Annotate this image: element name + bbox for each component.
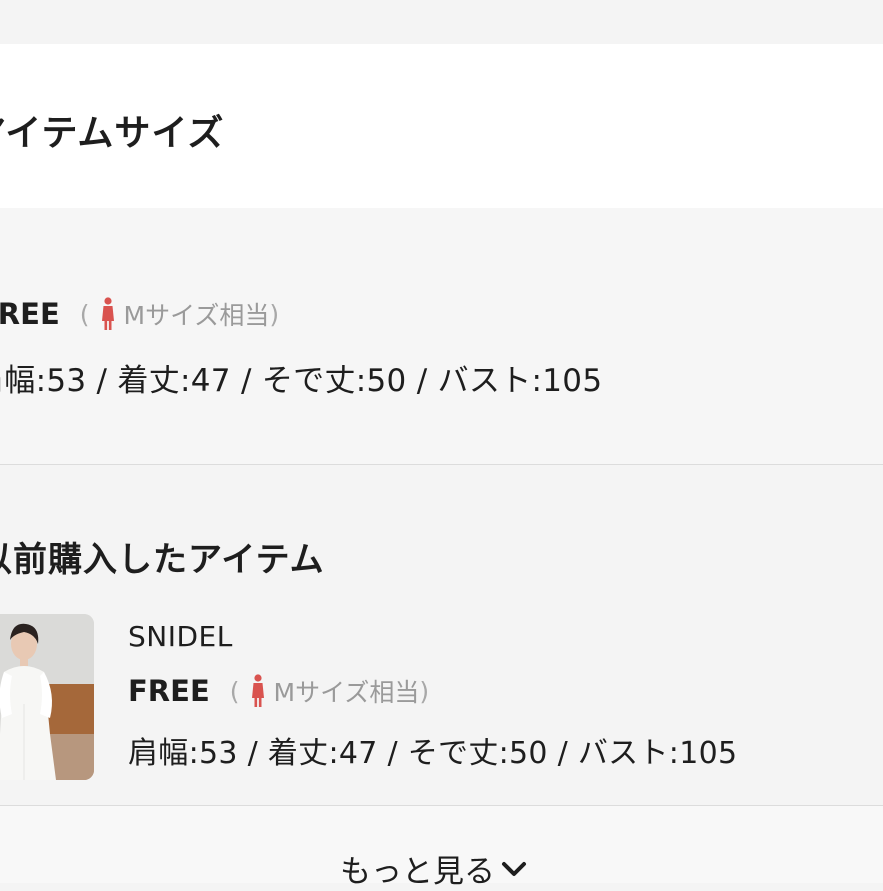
show-more-label: もっと見る — [340, 854, 495, 890]
item-size-row: FREE ( Mサイズ相当 ) — [128, 673, 429, 709]
item-measurements: 肩幅:53 / 着丈:47 / そで丈:50 / バスト:105 — [128, 736, 738, 771]
divider — [0, 464, 883, 465]
previous-purchase-title: 以前購入したアイテム — [0, 540, 325, 580]
note-close-paren: ) — [269, 299, 280, 329]
size-measurements: 肩幅:53 / 着丈:47 / そで丈:50 / バスト:105 — [0, 363, 603, 399]
person-icon — [251, 674, 264, 707]
note-text: Mサイズ相当 — [123, 301, 270, 330]
show-more-button[interactable]: もっと見る — [340, 846, 527, 891]
item-brand: SNIDEL — [128, 620, 233, 653]
size-name: FREE — [0, 297, 60, 331]
size-block — [0, 208, 883, 464]
item-size-name: FREE — [128, 674, 210, 708]
note-close-paren: ) — [419, 676, 430, 706]
chevron-down-icon — [502, 861, 526, 876]
item-size-equivalent-note: ( Mサイズ相当 ) — [230, 673, 429, 709]
note-open-paren: ( — [79, 299, 90, 329]
note-open-paren: ( — [229, 676, 240, 706]
size-equivalent-note: ( Mサイズ相当 ) — [80, 296, 279, 332]
section-title: アイテムサイズ — [0, 113, 225, 154]
product-thumbnail[interactable] — [0, 614, 94, 780]
size-row: FREE ( Mサイズ相当 ) — [0, 296, 279, 332]
product-photo-icon — [0, 614, 94, 780]
person-icon — [101, 297, 114, 330]
top-strip — [0, 0, 883, 44]
note-text: Mサイズ相当 — [273, 678, 420, 707]
